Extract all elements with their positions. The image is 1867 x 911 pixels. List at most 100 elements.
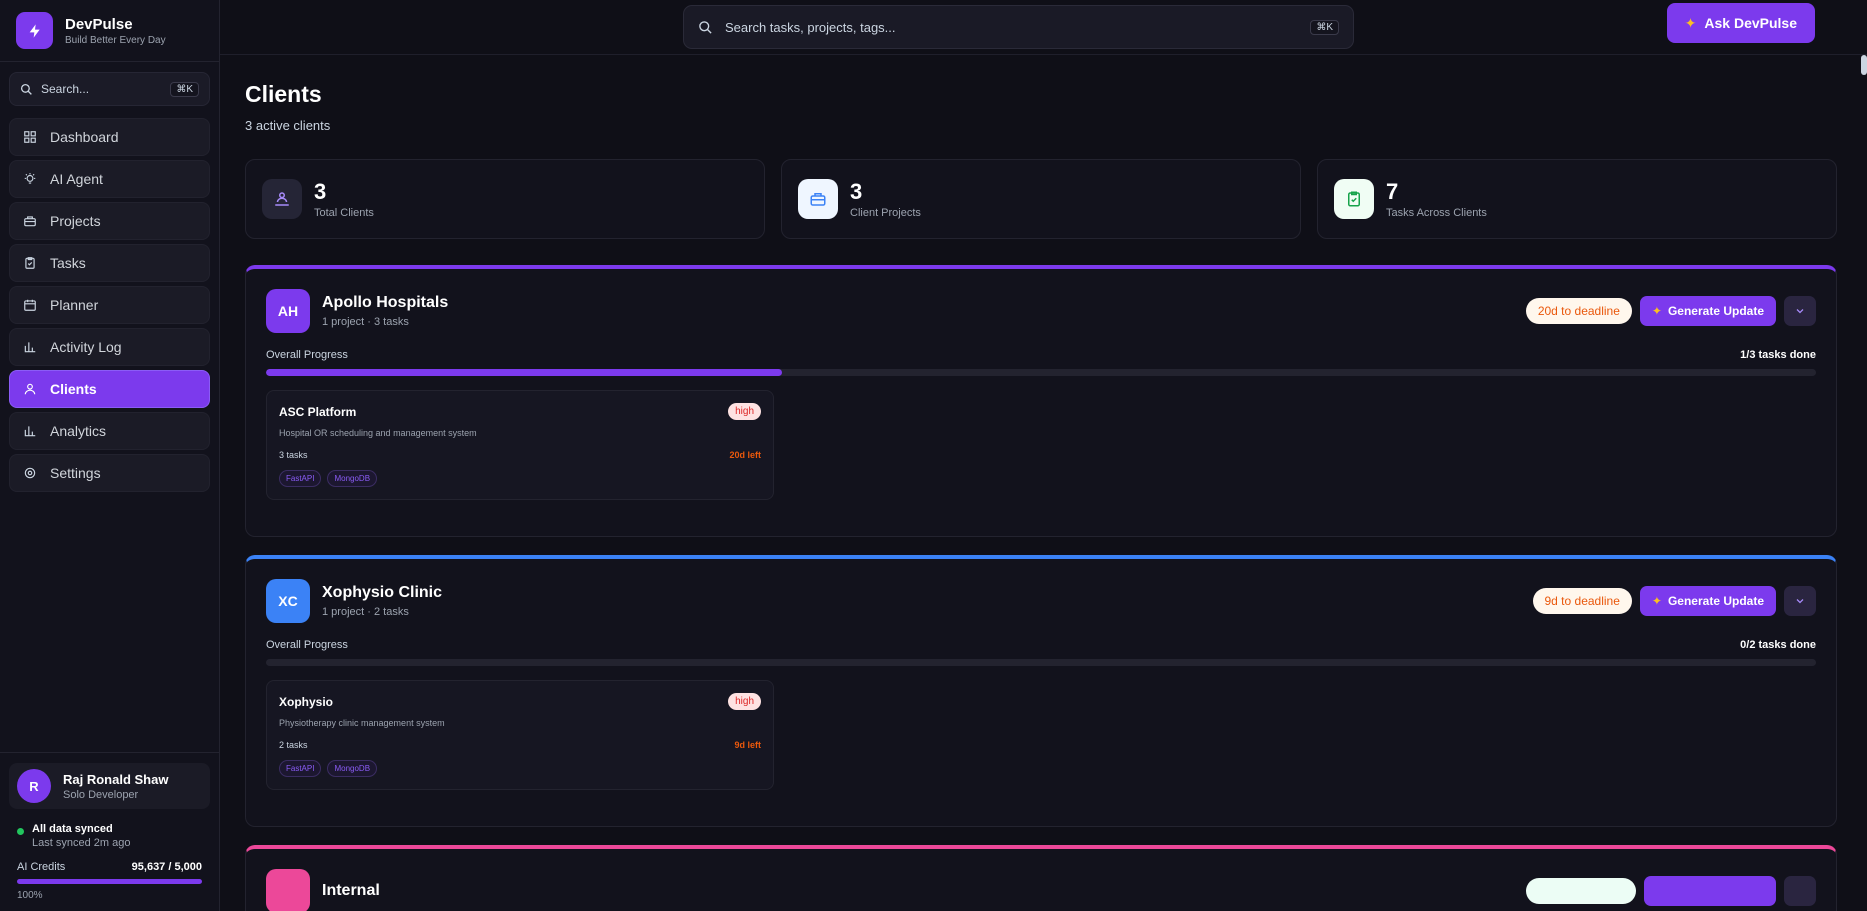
generate-update-label: Generate Update: [1667, 304, 1764, 318]
sidebar-item-label: Tasks: [50, 255, 86, 271]
ai-credits: AI Credits 95,637 / 5,000 100%: [9, 861, 210, 901]
project-time-left: 20d left: [729, 450, 761, 460]
sidebar-item-ai-agent[interactable]: AI Agent: [9, 160, 210, 198]
avatar: R: [17, 769, 51, 803]
chevron-down-icon: [1796, 599, 1804, 604]
project-task-count: 2 tasks: [279, 740, 308, 750]
expand-button[interactable]: [1784, 586, 1816, 616]
sidebar-item-dashboard[interactable]: Dashboard: [9, 118, 210, 156]
project-name: Xophysio: [279, 694, 334, 709]
brand[interactable]: DevPulse Build Better Every Day: [0, 0, 219, 62]
progress-value: 0/2 tasks done: [1740, 639, 1816, 651]
ask-devpulse-label: Ask DevPulse: [1704, 15, 1797, 31]
sparkle-icon: ✦: [1684, 14, 1697, 31]
global-search-placeholder: Search tasks, projects, tags...: [725, 19, 896, 35]
project-card-xophysio[interactable]: Xophysio high Physiotherapy clinic manag…: [266, 680, 774, 790]
stat-client-projects: 3 Client Projects: [781, 159, 1301, 239]
client-name: Internal: [322, 882, 380, 899]
sidebar-item-clients[interactable]: Clients: [9, 370, 210, 408]
generate-update-label: Generate Update: [1667, 594, 1764, 608]
generate-update-button[interactable]: ✦ Generate Update: [1639, 296, 1776, 326]
bulb-icon: [22, 171, 38, 187]
main-content: Search tasks, projects, tags... ⌘K ✦ Ask…: [220, 0, 1867, 911]
project-card-asc-platform[interactable]: ASC Platform high Hospital OR scheduling…: [266, 390, 774, 500]
project-time-left: 9d left: [734, 740, 761, 750]
client-name: Xophysio Clinic: [322, 584, 443, 601]
sidebar-item-label: Analytics: [50, 423, 107, 439]
sidebar-item-planner[interactable]: Planner: [9, 286, 210, 324]
ask-devpulse-button[interactable]: ✦ Ask DevPulse: [1666, 3, 1815, 43]
sidebar-item-activity-log[interactable]: Activity Log: [9, 328, 210, 366]
user-card[interactable]: R Raj Ronald Shaw Solo Developer: [9, 763, 210, 809]
sidebar-item-tasks[interactable]: Tasks: [9, 244, 210, 282]
sidebar-item-label: Projects: [50, 213, 101, 229]
generate-update-button[interactable]: ✦ Generate Update: [1639, 586, 1776, 616]
sidebar-search[interactable]: Search... ⌘K: [9, 72, 210, 106]
expand-button[interactable]: [1784, 876, 1816, 906]
credits-label: AI Credits: [17, 861, 66, 873]
global-search-input[interactable]: Search tasks, projects, tags... ⌘K: [683, 5, 1354, 49]
client-meta: 1 project · 2 tasks: [322, 606, 409, 618]
progress-bar: [266, 659, 1816, 666]
clients-icon: [262, 179, 302, 219]
sidebar-item-projects[interactable]: Projects: [9, 202, 210, 240]
sync-status: All data synced Last synced 2m ago: [9, 823, 210, 849]
sidebar: DevPulse Build Better Every Day Search..…: [0, 0, 220, 911]
sparkle-icon: ✦: [1651, 594, 1662, 608]
sidebar-item-settings[interactable]: Settings: [9, 454, 210, 492]
user-name: Raj Ronald Shaw: [63, 771, 169, 787]
tag: FastAPI: [279, 470, 322, 487]
bar-chart-icon: [22, 423, 38, 439]
briefcase-icon: [798, 179, 838, 219]
client-avatar: XC: [266, 579, 310, 623]
sidebar-search-shortcut: ⌘K: [170, 81, 199, 97]
stat-label: Client Projects: [850, 207, 921, 219]
grid-icon: [22, 129, 38, 145]
sidebar-item-label: Settings: [50, 465, 101, 481]
credits-progress-fill: [17, 879, 202, 884]
deadline-badge: 20d to deadline: [1525, 298, 1632, 324]
stat-label: Total Clients: [314, 207, 374, 219]
credits-progress-bar: [17, 879, 202, 884]
calendar-icon: [22, 297, 38, 313]
sidebar-item-label: Planner: [50, 297, 99, 313]
project-description: Hospital OR scheduling and management sy…: [279, 428, 477, 438]
user-icon: [22, 381, 38, 397]
credits-percent: 100%: [17, 890, 43, 901]
progress-value: 1/3 tasks done: [1740, 349, 1816, 361]
project-description: Physiotherapy clinic management system: [279, 718, 445, 728]
stat-total-clients: 3 Total Clients: [245, 159, 765, 239]
global-search-shortcut: ⌘K: [1310, 19, 1339, 35]
stat-value: 7: [1386, 179, 1399, 204]
stat-label: Tasks Across Clients: [1386, 207, 1487, 219]
generate-update-button[interactable]: [1644, 876, 1776, 906]
chevron-down-icon: [1796, 309, 1804, 314]
sidebar-nav: Dashboard AI Agent Projects Tasks Planne…: [0, 112, 219, 498]
sidebar-item-analytics[interactable]: Analytics: [9, 412, 210, 450]
progress-label: Overall Progress: [266, 639, 348, 651]
sync-subtitle: Last synced 2m ago: [32, 837, 131, 849]
clipboard-icon: [22, 255, 38, 271]
lightning-icon: [16, 12, 53, 49]
stat-value: 3: [314, 179, 327, 204]
tag: FastAPI: [279, 760, 322, 777]
sync-title: All data synced: [32, 823, 113, 835]
client-card-internal: Internal: [245, 845, 1837, 911]
stat-tasks-across-clients: 7 Tasks Across Clients: [1317, 159, 1837, 239]
priority-badge: high: [728, 403, 761, 420]
brand-name: DevPulse: [65, 15, 133, 33]
sidebar-item-label: Activity Log: [50, 339, 122, 355]
client-name: Apollo Hospitals: [322, 294, 449, 311]
sparkle-icon: ✦: [1651, 304, 1662, 318]
client-card-xophysio-clinic: XC Xophysio Clinic 1 project · 2 tasks 9…: [245, 555, 1837, 827]
bar-chart-icon: [22, 339, 38, 355]
scrollbar[interactable]: [1861, 55, 1867, 75]
page-subtitle: 3 active clients: [245, 118, 331, 133]
sidebar-footer: R Raj Ronald Shaw Solo Developer All dat…: [0, 752, 219, 911]
progress-bar: [266, 369, 1816, 376]
sidebar-item-label: AI Agent: [50, 171, 103, 187]
tag: MongoDB: [327, 760, 378, 777]
app-root: DevPulse Build Better Every Day Search..…: [0, 0, 1867, 911]
expand-button[interactable]: [1784, 296, 1816, 326]
clients-page: Clients 3 active clients 3 Total Clients: [220, 55, 1867, 911]
